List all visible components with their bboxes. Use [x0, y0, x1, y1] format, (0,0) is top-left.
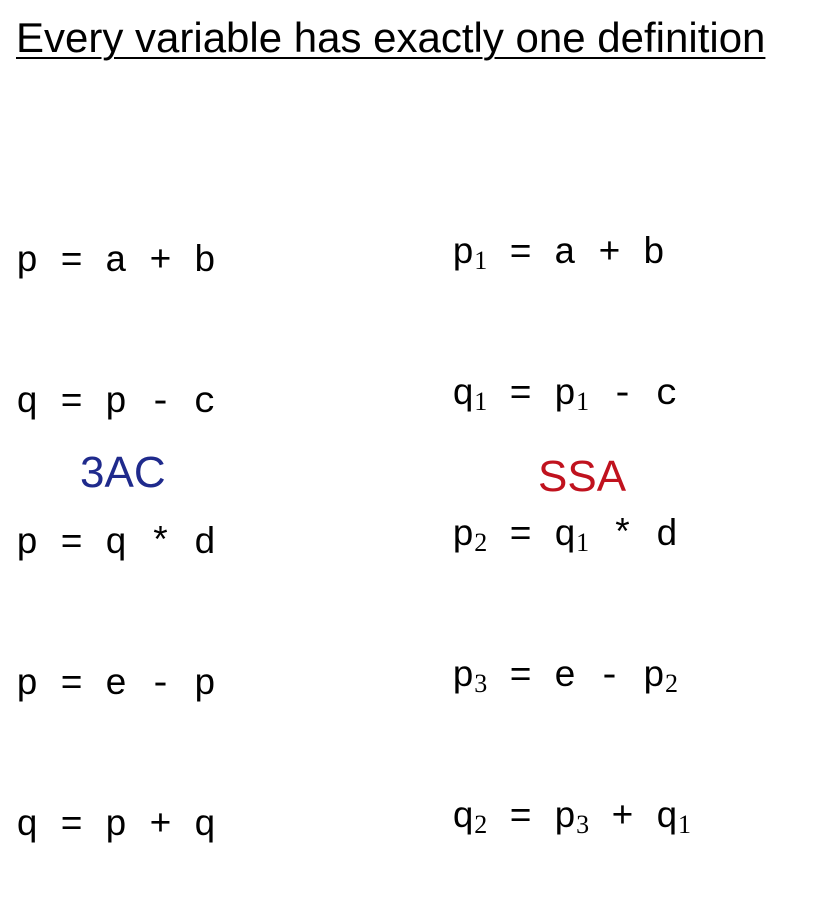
- assign-operator: =: [60, 664, 83, 706]
- lhs-subscript: 3: [474, 669, 488, 698]
- operand-a-subscript: 1: [576, 528, 590, 557]
- slide-title: Every variable has exactly one definitio…: [16, 14, 766, 61]
- lhs-variable: p: [16, 241, 39, 283]
- binary-operator: *: [611, 515, 634, 557]
- operand-a: p: [553, 374, 577, 416]
- lhs-variable: p: [452, 656, 475, 698]
- lhs-subscript: 1: [474, 246, 488, 275]
- operand-a: a: [104, 241, 128, 283]
- operand-a: p: [104, 382, 128, 424]
- lhs-variable: q: [16, 382, 39, 424]
- assign-operator: =: [509, 374, 532, 416]
- lhs-variable: p: [452, 515, 475, 557]
- binary-operator: -: [598, 656, 621, 698]
- operand-b-subscript: 2: [664, 669, 678, 698]
- three-address-code-block: p = a + b q = p - c p = q * d p = e - p …: [16, 150, 216, 897]
- code-line-3ac: p = q * d: [16, 516, 216, 573]
- binary-operator: +: [149, 805, 172, 847]
- operand-b: d: [655, 515, 678, 557]
- operand-a-subscript: 3: [576, 810, 590, 839]
- three-address-code-label: 3AC: [80, 448, 166, 497]
- operand-b: p: [193, 664, 216, 706]
- operand-b: q: [655, 797, 678, 839]
- code-line-ssa: q2 = p3 + q1: [452, 790, 691, 847]
- code-line-ssa: p3 = e - p2: [452, 649, 691, 706]
- code-line-3ac: q = p + q: [16, 798, 216, 855]
- operand-a: q: [104, 523, 128, 565]
- operand-b: d: [193, 523, 216, 565]
- operand-a: e: [104, 664, 128, 706]
- operand-b: p: [642, 656, 665, 698]
- lhs-variable: p: [452, 233, 475, 275]
- assign-operator: =: [60, 241, 83, 283]
- lhs-subscript: 2: [474, 528, 488, 557]
- code-line-ssa: p1 = a + b: [452, 226, 691, 283]
- lhs-subscript: 2: [474, 810, 488, 839]
- assign-operator: =: [509, 797, 532, 839]
- operand-b: b: [193, 241, 216, 283]
- assign-operator: =: [509, 656, 532, 698]
- binary-operator: +: [611, 797, 634, 839]
- lhs-variable: q: [16, 805, 39, 847]
- lhs-variable: p: [16, 523, 39, 565]
- lhs-variable: p: [16, 664, 39, 706]
- ssa-label: SSA: [538, 452, 627, 501]
- assign-operator: =: [509, 515, 532, 557]
- operand-b: b: [642, 233, 665, 275]
- binary-operator: -: [149, 664, 172, 706]
- operand-a: q: [553, 515, 577, 557]
- binary-operator: *: [149, 523, 172, 565]
- ssa-code-block: p1 = a + b q1 = p1 - c p2 = q1 * d p3 = …: [452, 142, 691, 889]
- operand-a: p: [104, 805, 128, 847]
- code-line-3ac: p = e - p: [16, 657, 216, 714]
- assign-operator: =: [60, 805, 83, 847]
- operand-a: a: [553, 233, 577, 275]
- code-line-3ac: p = a + b: [16, 234, 216, 291]
- code-line-3ac: q = p - c: [16, 375, 216, 432]
- lhs-variable: q: [452, 797, 475, 839]
- operand-b-subscript: 1: [677, 810, 691, 839]
- operand-a: e: [553, 656, 577, 698]
- assign-operator: =: [509, 233, 532, 275]
- code-line-ssa: q1 = p1 - c: [452, 367, 691, 424]
- lhs-variable: q: [452, 374, 475, 416]
- lhs-subscript: 1: [474, 387, 488, 416]
- assign-operator: =: [60, 382, 83, 424]
- assign-operator: =: [60, 523, 83, 565]
- binary-operator: +: [149, 241, 172, 283]
- binary-operator: +: [598, 233, 621, 275]
- operand-b: q: [193, 805, 216, 847]
- operand-b: c: [193, 382, 216, 424]
- binary-operator: -: [611, 374, 634, 416]
- operand-a-subscript: 1: [576, 387, 590, 416]
- operand-b: c: [655, 374, 678, 416]
- operand-a: p: [553, 797, 577, 839]
- binary-operator: -: [149, 382, 172, 424]
